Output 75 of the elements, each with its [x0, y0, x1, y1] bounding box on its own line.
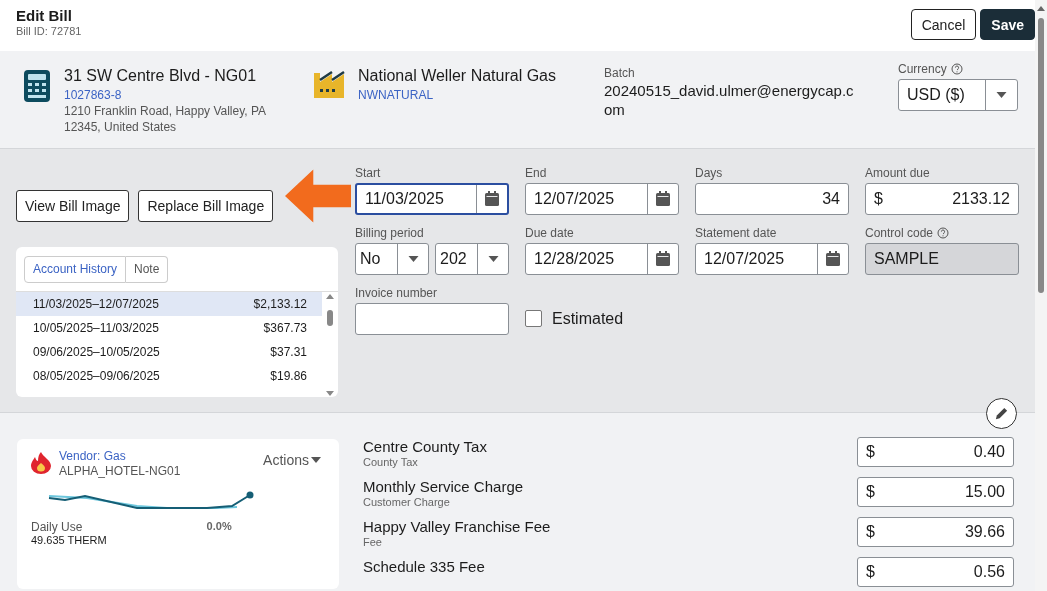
actions-menu-button[interactable]: Actions [263, 452, 321, 468]
page-title: Edit Bill [16, 6, 73, 25]
currency-label: Currency [898, 60, 947, 77]
batch-value: 20240515_david.ulmer@energycap.com [604, 80, 854, 119]
help-icon[interactable] [937, 226, 950, 239]
date-field[interactable]: 12/28/2025 [525, 242, 679, 275]
history-row[interactable]: 10/05/2025–11/03/2025 $367.73 [16, 315, 322, 340]
calendar-icon[interactable] [826, 251, 840, 267]
charge-name: Schedule 335 Fee [363, 557, 485, 576]
calendar-icon[interactable] [656, 251, 670, 267]
amount-field[interactable]: $ 2133.12 [865, 182, 1019, 215]
charge-name: Monthly Service Charge [363, 477, 524, 496]
days-field[interactable]: 34 [695, 182, 849, 215]
history-row[interactable]: 09/06/2025–10/05/2025 $37.31 [16, 339, 322, 364]
cancel-button[interactable]: Cancel [910, 9, 977, 40]
calculator-icon [24, 69, 50, 102]
charge-name: Happy Valley Franchise Fee [363, 517, 551, 536]
flame-icon [31, 452, 51, 474]
account-name: 31 SW Centre Blvd - NG01 [64, 65, 258, 86]
currency-select[interactable]: USD ($) [898, 78, 1018, 111]
control-code-field: SAMPLE [865, 242, 1019, 275]
charge-amount-field[interactable]: $ 0.40 [857, 437, 1014, 467]
metric-label: Daily Use [31, 520, 84, 534]
charge-amount-field[interactable]: $ 39.66 [857, 517, 1014, 547]
date-field[interactable]: 12/07/2025 [695, 242, 849, 275]
batch-label: Batch [604, 64, 636, 81]
change-percent: 0.0% [206, 520, 232, 534]
charge-type: County Tax [363, 456, 419, 468]
meter-name: ALPHA_HOTEL-NG01 [59, 464, 181, 478]
help-icon[interactable] [950, 62, 963, 75]
view-image-button[interactable]: View Bill Image [16, 189, 130, 222]
charge-name: Centre County Tax [363, 437, 487, 456]
field-label: Billing period [355, 224, 424, 241]
history-row[interactable]: 11/03/2025–12/07/2025 $2,133.12 [16, 291, 322, 316]
charge-amount-field[interactable]: $ 15.00 [857, 477, 1014, 507]
field-label: Statement date [695, 224, 777, 241]
charge-type: Customer Charge [363, 496, 451, 508]
field-label: Invoice number [355, 284, 438, 301]
field-label: End [525, 164, 547, 181]
period-select[interactable]: 202 [435, 242, 509, 275]
calendar-icon[interactable] [656, 191, 670, 207]
field-label: Start [355, 164, 381, 181]
field-label: Control code [865, 224, 934, 241]
arrow-drawing [285, 168, 351, 223]
save-button[interactable]: Save [980, 9, 1035, 40]
date-field[interactable]: 12/07/2025 [525, 182, 679, 215]
period-select[interactable]: No [355, 242, 429, 275]
commodity-link[interactable]: Vendor: Gas [59, 448, 181, 464]
bill-id: Bill ID: 72781 [16, 25, 82, 37]
checkbox[interactable] [525, 310, 542, 328]
caret-icon [407, 255, 419, 262]
vendor-code-link[interactable]: NWNATURAL [358, 86, 556, 103]
pencil-icon [994, 406, 1009, 421]
replace-image-button[interactable]: Replace Bill Image [138, 189, 274, 222]
charge-amount-field[interactable]: $ 0.56 [857, 557, 1014, 587]
invoice-field[interactable] [355, 302, 509, 335]
field-label: Due date [525, 224, 574, 241]
charge-type: Fee [363, 536, 383, 548]
history-tab[interactable]: Note [126, 255, 169, 283]
date-field[interactable]: 11/03/2025 [355, 182, 509, 215]
account-number-link[interactable]: 1027863-8 [64, 86, 267, 103]
account-address: 1210 Franklin Road, Happy Valley, PA [64, 102, 267, 119]
metric-value: 49.635 THERM [31, 534, 107, 546]
scrollbar[interactable] [1035, 0, 1047, 591]
vendor-name: National Weller Natural Gas [358, 65, 556, 86]
field-label: Days [695, 164, 723, 181]
caret-icon [487, 255, 499, 262]
calendar-icon[interactable] [485, 191, 499, 207]
caret-icon [996, 91, 1007, 98]
caret-icon [311, 457, 321, 463]
history-row[interactable]: 08/05/2025–09/06/2025 $19.86 [16, 363, 322, 388]
field-label: Amount due [865, 164, 930, 181]
account-address: 12345, United States [64, 118, 178, 135]
checkbox-label: Estimated [552, 309, 624, 328]
history-tab[interactable]: Account History [24, 255, 127, 283]
